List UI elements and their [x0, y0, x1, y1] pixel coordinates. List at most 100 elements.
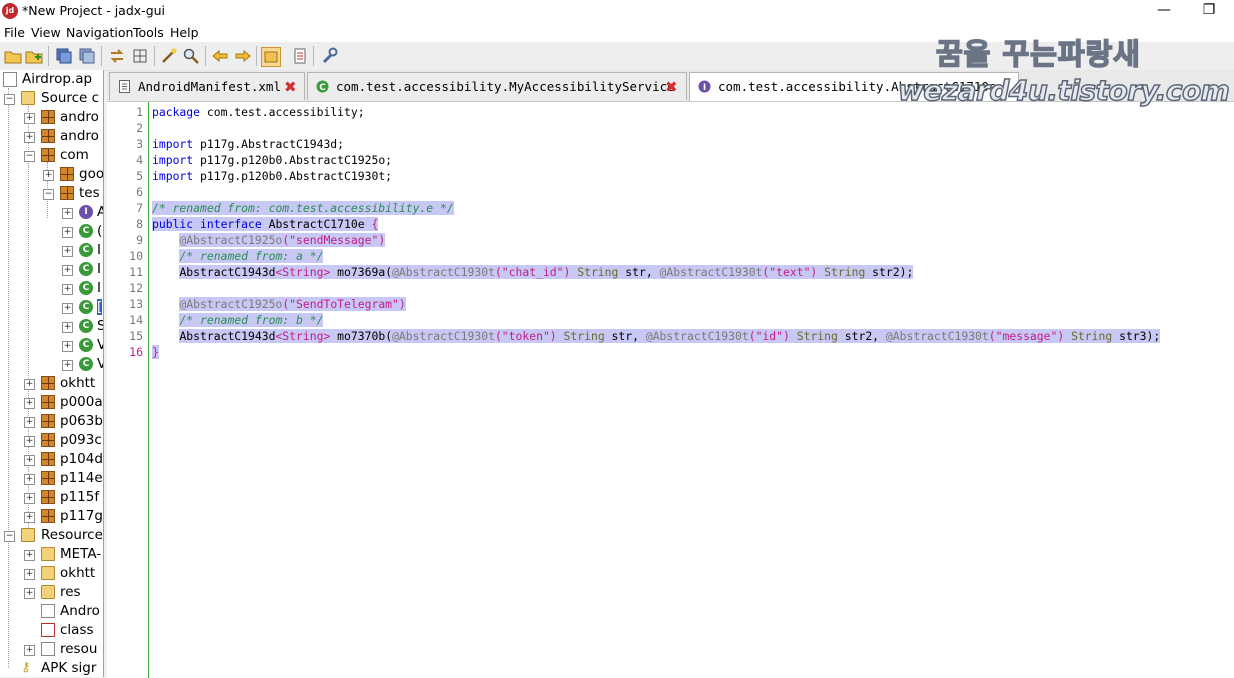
back-icon[interactable] [211, 47, 229, 65]
code-text: str, [604, 329, 646, 343]
toolbar-separator [256, 46, 257, 66]
open-file-icon[interactable] [4, 47, 22, 65]
code-annotation: @AbstractC1930t [392, 329, 495, 343]
line-number: 1 [136, 105, 143, 119]
line-number: 11 [129, 265, 143, 279]
class-label: I [97, 242, 101, 258]
line-number: 3 [136, 137, 143, 151]
expand-icon[interactable]: + [24, 588, 35, 599]
expand-icon[interactable]: + [24, 569, 35, 580]
line-number: 2 [136, 121, 143, 135]
expand-icon[interactable]: + [43, 170, 54, 181]
expand-icon[interactable]: + [24, 113, 35, 124]
menu-file[interactable]: File [4, 25, 25, 40]
class-label-selected: [ [97, 299, 103, 315]
expand-icon[interactable]: + [24, 398, 35, 409]
menu-help[interactable]: Help [170, 25, 199, 40]
code-line: /* renamed from: com.test.accessibility.… [152, 200, 454, 216]
expand-icon[interactable]: + [24, 455, 35, 466]
tab-android-manifest[interactable]: AndroidManifest.xml ✖ [109, 72, 305, 100]
code-brace: } [152, 345, 159, 359]
code-type: String [556, 329, 605, 343]
project-tree[interactable]: Airdrop.ap − Source c + andro + andro − … [0, 70, 104, 677]
collapse-icon[interactable]: − [24, 151, 35, 162]
expand-icon[interactable]: + [62, 341, 73, 352]
sync-icon[interactable] [108, 47, 126, 65]
save-icon[interactable] [55, 47, 73, 65]
expand-icon[interactable]: + [62, 208, 73, 219]
line-number: 9 [136, 233, 143, 247]
expand-icon[interactable]: + [24, 436, 35, 447]
forward-icon[interactable] [234, 47, 252, 65]
package-icon [41, 395, 55, 409]
code-keyword: import [152, 153, 194, 167]
expand-icon[interactable]: + [24, 512, 35, 523]
expand-icon[interactable]: + [24, 550, 35, 561]
code-string: ("chat_id") [494, 265, 571, 279]
package-icon [60, 186, 74, 200]
folder-label: META- [60, 546, 102, 562]
collapse-icon[interactable]: − [4, 531, 15, 542]
code-keyword: public interface [152, 217, 262, 231]
expand-icon[interactable]: + [62, 322, 73, 333]
folder-icon [41, 566, 55, 580]
package-icon [60, 167, 74, 181]
tab-my-accessibility-service[interactable]: C com.test.accessibility.MyAccessibility… [307, 72, 687, 100]
expand-icon[interactable]: + [24, 645, 35, 656]
package-label: andro [60, 128, 99, 144]
code-text: str3); [1112, 329, 1161, 343]
expand-icon[interactable]: + [24, 493, 35, 504]
code-text: mo7369a( [330, 265, 393, 279]
expand-icon[interactable]: + [62, 246, 73, 257]
code-text: p117g.p120b0.AbstractC1930t; [193, 169, 393, 183]
package-icon [41, 414, 55, 428]
expand-icon[interactable]: + [62, 265, 73, 276]
expand-icon[interactable]: + [62, 227, 73, 238]
class-icon: C [79, 300, 93, 314]
log-icon[interactable] [291, 47, 309, 65]
expand-icon[interactable]: + [62, 284, 73, 295]
watermark-url: wezard4u.tistory.com [897, 73, 1230, 108]
expand-icon[interactable]: + [24, 379, 35, 390]
code-text: str2, [837, 329, 886, 343]
class-label: V [97, 337, 103, 353]
expand-icon[interactable]: + [24, 474, 35, 485]
menu-view[interactable]: View [31, 25, 61, 40]
restore-button[interactable]: ❐ [1186, 0, 1232, 22]
line-number: 14 [129, 313, 143, 327]
package-label: p063b [60, 413, 103, 429]
code-text: p117g.AbstractC1943d; [193, 137, 345, 151]
add-file-icon[interactable] [25, 47, 43, 65]
tab-label: com.test.accessibility.MyAccessibilitySe… [336, 79, 675, 94]
code-keyword: import [152, 137, 194, 151]
expand-icon[interactable]: + [62, 360, 73, 371]
code-annotation: @AbstractC1925o [179, 297, 283, 311]
expand-icon[interactable]: + [24, 132, 35, 143]
code-type: String [570, 265, 619, 279]
save-all-icon[interactable] [78, 47, 96, 65]
class-icon: C [79, 338, 93, 352]
tab-label: AndroidManifest.xml [138, 79, 281, 94]
close-tab-icon[interactable]: ✖ [665, 78, 678, 96]
settings-icon[interactable] [320, 47, 338, 65]
code-editor[interactable]: 1 2 3 4 5 6 7 8 9 10 11 12 13 14 15 16 p… [107, 101, 1234, 678]
resources-folder-icon [21, 528, 35, 542]
jadx-app-icon: jd [2, 3, 18, 19]
code-text: AbstractC1710e [261, 217, 372, 231]
line-number: 12 [129, 281, 143, 295]
dex-file-icon [41, 623, 55, 637]
search-icon[interactable] [182, 47, 200, 65]
code-string: ("id") [748, 329, 790, 343]
folder-label: res [60, 584, 81, 600]
collapse-icon[interactable]: − [4, 94, 15, 105]
collapse-icon[interactable]: − [43, 189, 54, 200]
menu-navigation[interactable]: Navigation [66, 25, 133, 40]
quark-icon[interactable] [261, 47, 281, 67]
wand-icon[interactable] [160, 47, 178, 65]
flatten-packages-icon[interactable] [131, 47, 149, 65]
close-tab-icon[interactable]: ✖ [284, 78, 297, 96]
expand-icon[interactable]: + [62, 303, 73, 314]
expand-icon[interactable]: + [24, 417, 35, 428]
minimize-button[interactable]: — [1141, 0, 1187, 22]
menu-tools[interactable]: Tools [133, 25, 164, 40]
